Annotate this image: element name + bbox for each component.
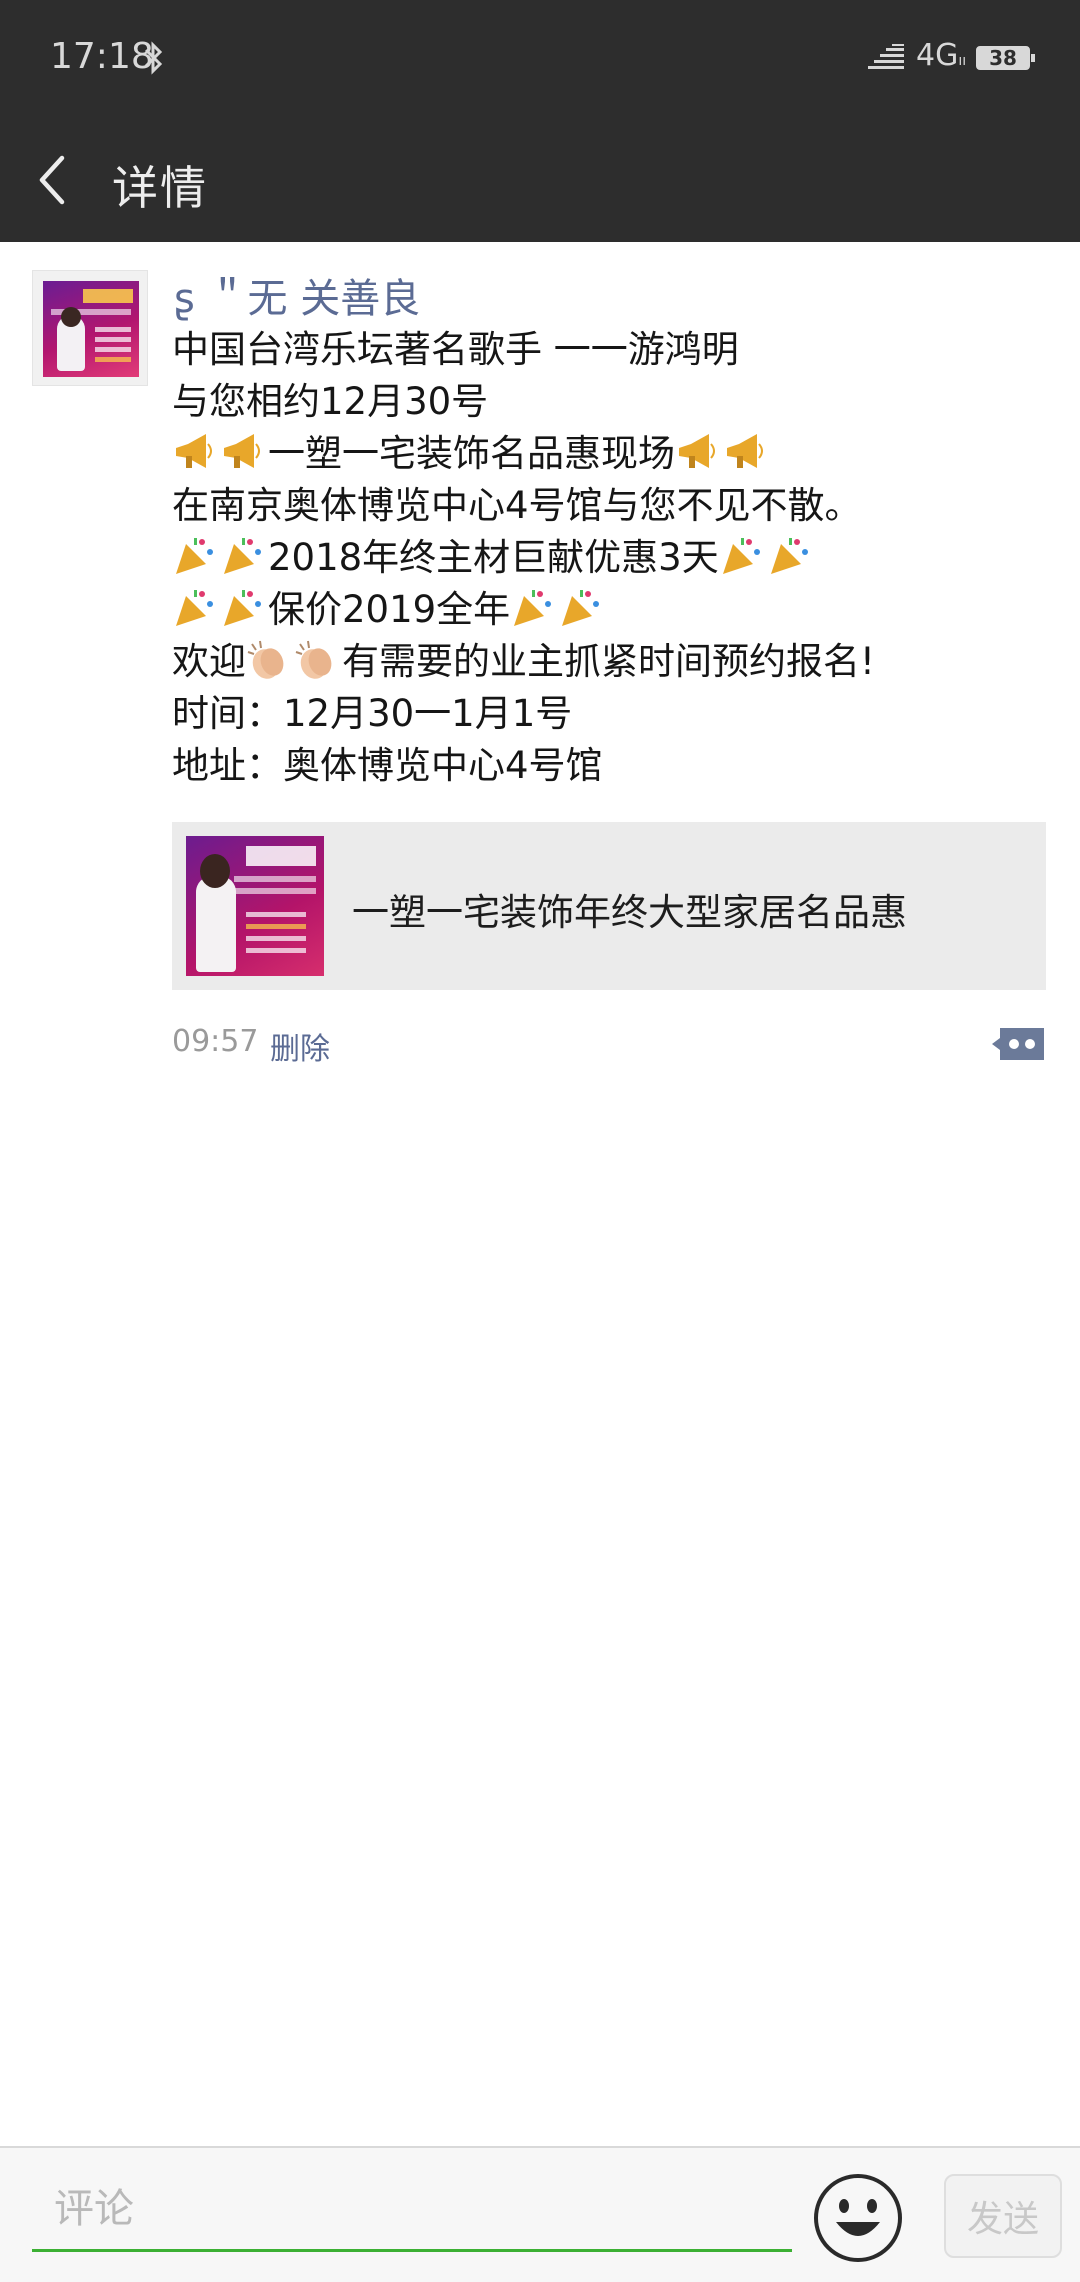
party-popper-icon [176,590,213,626]
battery-level: 38 [989,46,1017,70]
party-popper-icon [562,590,600,626]
megaphone-icon [224,434,260,468]
battery-icon: 38 [976,46,1035,70]
nav-bar: 详情 [0,116,1080,242]
content-line: 欢迎 有需要的业主抓紧时间预约报名! [172,640,875,683]
post-time: 09:57 [172,1024,259,1059]
party-popper-icon [722,538,760,574]
content-line: 中国台湾乐坛著名歌手 一一游鸿明 [172,328,739,371]
content-line: 一塑一宅装饰名品惠现场 [172,428,1052,480]
link-card[interactable]: 一塑一宅装饰年终大型家居名品惠 [172,822,1046,990]
link-thumbnail [186,836,324,976]
party-popper-icon [770,538,808,574]
clapping-hands-icon [295,640,332,679]
send-button[interactable]: 发送 [944,2174,1062,2258]
megaphone-icon [679,434,715,468]
avatar-image [43,281,139,377]
party-popper-icon [224,538,261,574]
comment-more-icon[interactable] [988,1024,1048,1064]
post-content: 中国台湾乐坛著名歌手 一一游鸿明 与您相约12月30号 一塑一宅装饰名品惠现场 … [172,324,1052,792]
content-line: 在南京奥体博览中心4号馆与您不见不散。 [172,484,862,527]
page-title: 详情 [112,161,208,215]
party-popper-icon [224,590,261,626]
megaphone-icon [727,434,763,468]
signal-icon [868,44,904,69]
link-title: 一塑一宅装饰年终大型家居名品惠 [352,891,907,934]
status-time: 17:18 [50,36,154,77]
status-bar: 17:18 4Gıı 38 [0,0,1080,116]
chevron-left-icon[interactable] [34,152,74,208]
clapping-hands-icon [247,640,284,679]
comment-bar: 发送 [0,2146,1080,2282]
network-type: 4Gıı [916,38,967,73]
content-line: 与您相约12月30号 [172,380,489,423]
content-line: 时间：12月30一1月1号 [172,692,573,735]
megaphone-icon [176,434,212,468]
content-line: 2018年终主材巨献优惠3天 [172,532,1052,584]
party-popper-icon [176,538,213,574]
avatar[interactable] [32,270,148,386]
content-line: 地址：奥体博览中心4号馆 [172,744,603,787]
smiley-face-icon[interactable] [812,2172,904,2264]
comment-input[interactable] [32,2168,792,2252]
content-line: 保价2019全年 [172,584,1052,636]
author-name[interactable]: ʂ ＂无 关善良 [174,266,420,324]
party-popper-icon [514,590,552,626]
delete-button[interactable]: 删除 [270,1024,330,1068]
bluetooth-icon [144,41,163,75]
